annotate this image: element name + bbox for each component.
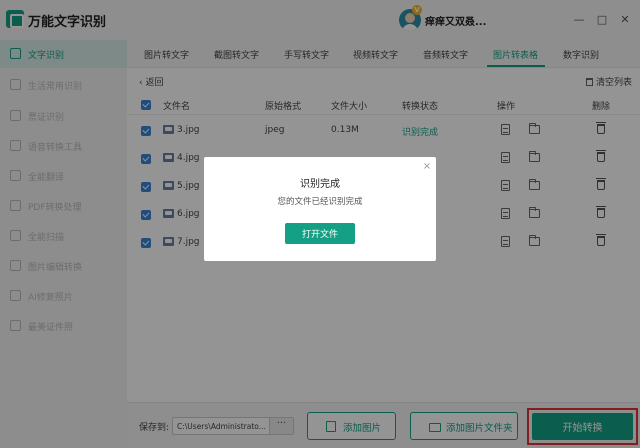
open-file-button[interactable]: 打开文件 bbox=[285, 223, 355, 244]
dialog-message: 您的文件已经识别完成 bbox=[277, 197, 363, 207]
close-icon[interactable]: × bbox=[422, 162, 432, 172]
dialog-title: 识别完成 bbox=[300, 179, 340, 190]
completion-dialog: × 识别完成 您的文件已经识别完成 打开文件 bbox=[204, 157, 436, 261]
modal-overlay: × 识别完成 您的文件已经识别完成 打开文件 bbox=[0, 0, 640, 448]
